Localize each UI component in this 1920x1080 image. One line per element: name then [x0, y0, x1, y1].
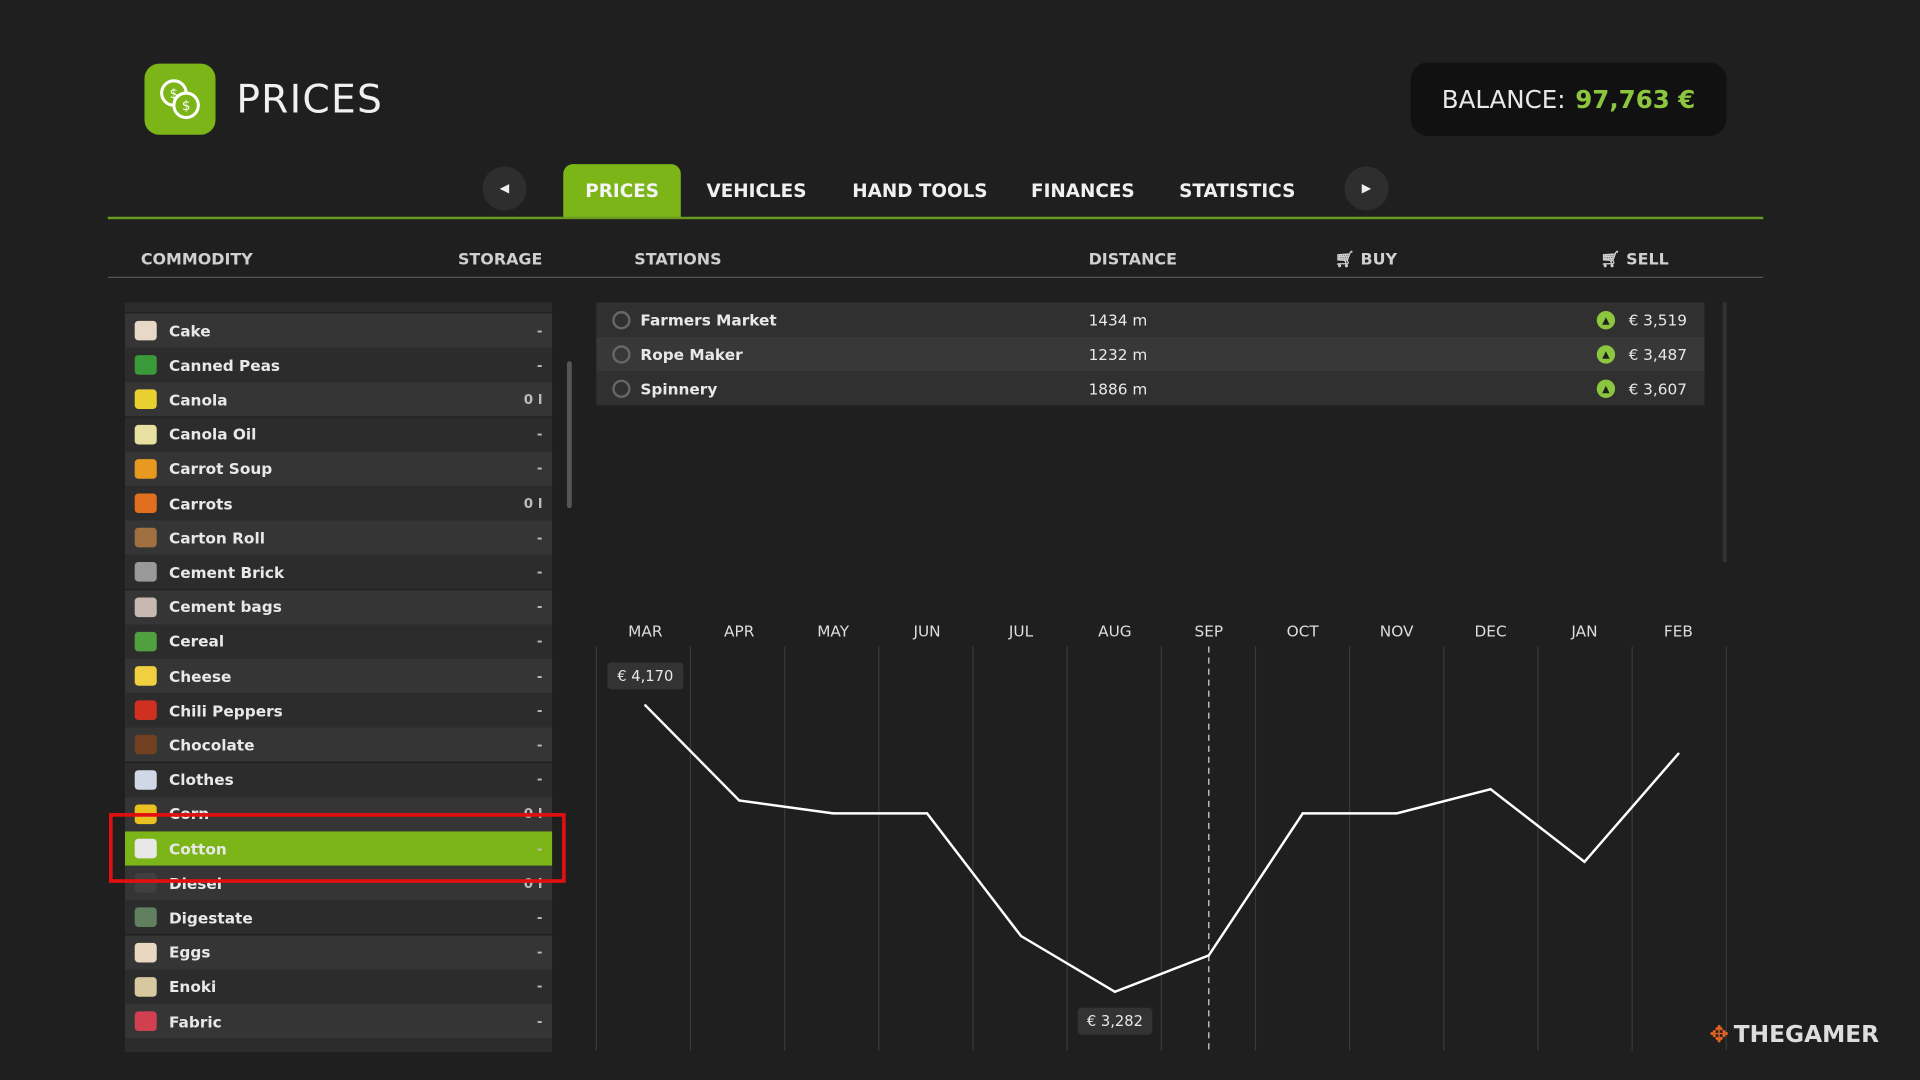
- price-point: [738, 799, 741, 802]
- price-point: [1489, 787, 1492, 791]
- month-tick-label: MAY: [817, 622, 850, 641]
- price-point: [1583, 860, 1586, 864]
- price-chart: [595, 646, 1727, 1051]
- price-point: [1019, 934, 1023, 938]
- watermark-text: THEGAMER: [1733, 1021, 1880, 1049]
- price-point: [1395, 812, 1398, 815]
- price-point: [1113, 990, 1117, 994]
- month-tick-label: NOV: [1379, 622, 1414, 641]
- price-point: [831, 812, 835, 815]
- month-tick-label: FEB: [1663, 622, 1693, 641]
- min-price-label: € 3,282: [1077, 1007, 1153, 1035]
- price-point: [644, 704, 647, 707]
- price-point: [1207, 954, 1211, 957]
- price-point: [1301, 812, 1304, 815]
- month-tick-label: JUL: [1008, 622, 1034, 641]
- prices-screen: $ $ PRICES BALANCE: 97,763 € ◀ PRICES VEH…: [0, 0, 1920, 1080]
- month-tick-label: APR: [724, 622, 755, 641]
- month-tick-label: SEP: [1194, 622, 1224, 641]
- month-tick-label: MAR: [628, 622, 663, 641]
- price-point: [925, 812, 929, 815]
- month-tick-label: JUN: [913, 622, 941, 641]
- month-tick-label: AUG: [1098, 622, 1132, 641]
- max-price-label: € 4,170: [607, 662, 684, 690]
- watermark-logo-icon: ✥: [1709, 1021, 1729, 1049]
- watermark: ✥ THEGAMER: [1709, 1021, 1879, 1048]
- price-point: [1677, 752, 1680, 755]
- month-tick-label: JAN: [1571, 622, 1598, 641]
- month-tick-label: OCT: [1286, 622, 1319, 641]
- month-tick-label: DEC: [1474, 622, 1507, 641]
